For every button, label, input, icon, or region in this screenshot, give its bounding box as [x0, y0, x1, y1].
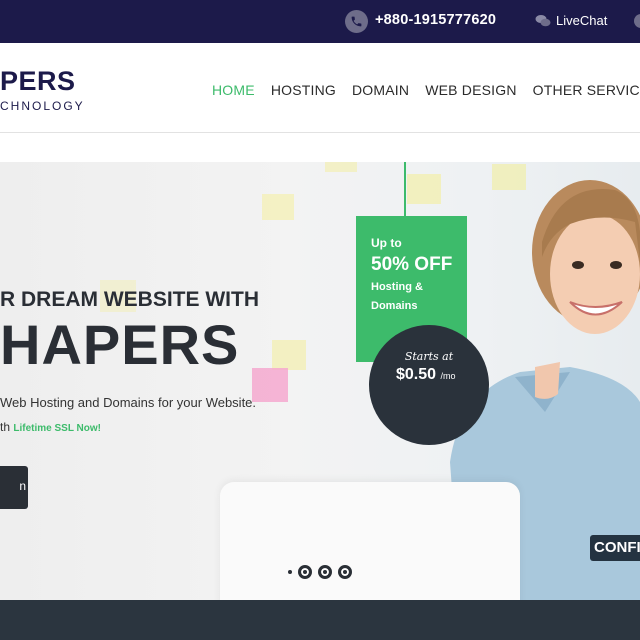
nav-domain[interactable]: DOMAIN — [352, 82, 409, 98]
phone-icon — [345, 10, 368, 33]
logo-wordmark[interactable]: PERS — [0, 66, 76, 97]
nav-web-design[interactable]: WEB DESIGN — [425, 82, 516, 98]
price-unit: /mo — [440, 371, 456, 381]
tag-string — [404, 162, 406, 216]
sticky-note — [252, 368, 288, 402]
chat-bubbles-icon — [535, 13, 551, 29]
site-header: PERS CHNOLOGY HOME HOSTING DOMAIN WEB DE… — [0, 43, 640, 133]
hero-banner: R DREAM WEBSITE WITH HAPERS Web Hosting … — [0, 162, 640, 600]
hero-subtitle: Web Hosting and Domains for your Website… — [0, 395, 257, 410]
nav-hosting[interactable]: HOSTING — [271, 82, 336, 98]
sticky-note — [262, 194, 294, 220]
carousel-dot-1[interactable] — [298, 565, 312, 579]
carousel-dot-2[interactable] — [318, 565, 332, 579]
sticky-note — [325, 162, 357, 172]
price-value: $0.50 /mo — [396, 366, 456, 384]
price-starts-label: Starts at — [404, 350, 454, 363]
promo-hosting: Hosting & — [371, 281, 423, 293]
hero-cta-button[interactable]: n — [0, 466, 28, 509]
price-amount: $0.50 — [396, 366, 437, 383]
hero-headline: R DREAM WEBSITE WITH — [0, 288, 259, 311]
promo-domains: Domains — [371, 300, 418, 312]
logo-tagline: CHNOLOGY — [0, 99, 85, 113]
sticky-note — [272, 340, 306, 370]
hero-ssl-line: th Lifetime SSL Now! — [0, 420, 101, 434]
carousel-dots — [288, 565, 352, 579]
laptop-image — [220, 482, 520, 600]
hero-brand: HAPERS — [0, 313, 240, 376]
livechat-link[interactable]: LiveChat — [556, 13, 607, 28]
bottom-section — [0, 600, 640, 640]
main-nav: HOME HOSTING DOMAIN WEB DESIGN OTHER SER… — [212, 82, 640, 98]
social-icon[interactable] — [634, 14, 640, 28]
carousel-dot-3[interactable] — [338, 565, 352, 579]
promo-discount: 50% OFF — [371, 254, 453, 275]
hero-cta-label: n — [19, 479, 26, 493]
top-bar: +880-1915777620 LiveChat — [0, 0, 640, 43]
carousel-indicator-small — [288, 570, 292, 574]
nav-other-service[interactable]: OTHER SERVICE — [533, 82, 640, 98]
hero-ssl-highlight: Lifetime SSL Now! — [13, 423, 101, 434]
phone-number[interactable]: +880-1915777620 — [375, 12, 496, 28]
promo-upto: Up to — [371, 236, 402, 250]
overlay-label: CONFI — [590, 535, 640, 561]
nav-home[interactable]: HOME — [212, 82, 255, 98]
price-badge: Starts at $0.50 /mo — [369, 325, 489, 445]
hero-ssl-prefix: th — [0, 420, 11, 434]
